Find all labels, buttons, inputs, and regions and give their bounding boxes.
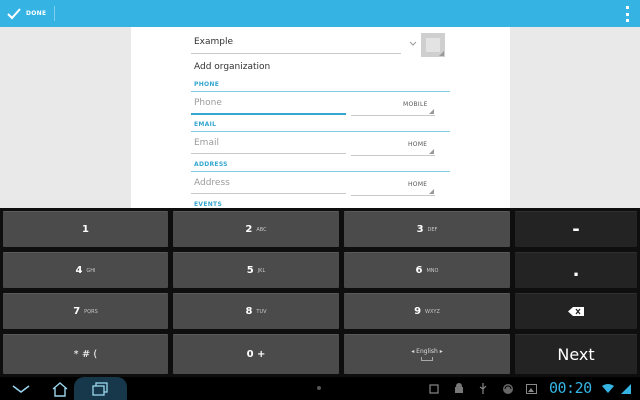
email-input[interactable]: Email (194, 138, 219, 148)
key-8[interactable]: 8 TUV (173, 293, 339, 329)
page-indicator (317, 386, 321, 390)
key-sublabel: GHI (86, 267, 96, 274)
address-input[interactable]: Address (194, 178, 230, 188)
key-symbols[interactable]: * # ( (3, 334, 168, 374)
battery-icon (619, 381, 633, 396)
check-icon (7, 7, 21, 19)
next-key[interactable]: Next (515, 334, 637, 374)
android-debug-icon[interactable] (451, 381, 467, 396)
key-sublabel: ABC (256, 226, 267, 233)
key-9[interactable]: 9 WXYZ (344, 293, 510, 329)
email-type-underline (351, 155, 435, 156)
key-sublabel: DEF (427, 226, 438, 233)
clock: 00:20 (549, 379, 592, 397)
key-label: Next (557, 345, 595, 364)
key-sublabel: MNO (426, 267, 439, 274)
key-label: 1 (82, 224, 89, 235)
key-label: * # ( (73, 349, 98, 360)
key-2[interactable]: 2 ABC (173, 211, 339, 247)
phone-input-underline (191, 113, 346, 115)
email-section-divider (191, 131, 450, 132)
backspace-icon (568, 307, 584, 316)
key-label: - (572, 219, 580, 240)
email-type-select[interactable]: HOME (408, 141, 427, 148)
key-label: 5 (246, 265, 254, 276)
image-icon[interactable] (523, 381, 539, 396)
name-underline (191, 53, 401, 54)
backspace-key[interactable] (515, 293, 637, 329)
language-label: English (416, 348, 438, 355)
key-label: 3 (416, 224, 424, 235)
key-period[interactable]: . (515, 252, 637, 288)
address-section-divider (191, 171, 450, 172)
phone-input[interactable]: Phone (194, 98, 222, 108)
contact-form: Example Add organization PHONE Phone MOB… (131, 27, 510, 208)
done-label: DONE (26, 10, 47, 17)
key-label: 7 (73, 306, 81, 317)
numeric-keyboard: 1 2 ABC 3 DEF - 4 GHI 5 JKL 6 MNO . 7 PQRS 8 TU… (0, 208, 640, 377)
email-section-header: EMAIL (194, 121, 217, 128)
key-label: 8 (245, 306, 253, 317)
key-label: 6 (415, 265, 423, 276)
phone-type-underline (351, 115, 435, 116)
wifi-icon (601, 381, 615, 396)
divider (54, 6, 55, 21)
address-type-select[interactable]: HOME (408, 181, 427, 188)
key-sublabel: WXYZ (425, 308, 440, 315)
contact-photo-icon[interactable] (421, 33, 445, 57)
key-label: 9 (414, 306, 422, 317)
key-sublabel: JKL (257, 267, 266, 274)
chevron-down-icon[interactable] (409, 41, 417, 47)
key-7[interactable]: 7 PQRS (3, 293, 168, 329)
back-icon[interactable] (8, 379, 34, 398)
recent-apps-icon[interactable] (86, 379, 114, 398)
key-label: 4 (75, 265, 83, 276)
name-field[interactable]: Example (194, 37, 233, 47)
phone-type-select[interactable]: MOBILE (403, 101, 428, 108)
action-bar: DONE (0, 0, 640, 27)
key-label: 0 + (246, 349, 266, 360)
space-bar-icon (420, 357, 433, 361)
sync-icon[interactable] (500, 381, 516, 396)
key-label: . (572, 260, 580, 281)
home-icon[interactable] (47, 379, 73, 398)
add-organization-link[interactable]: Add organization (194, 62, 270, 72)
phone-section-divider (191, 91, 450, 92)
notification-icon[interactable] (427, 381, 441, 396)
key-4[interactable]: 4 GHI (3, 252, 168, 288)
key-1[interactable]: 1 (3, 211, 168, 247)
navigation-bar: 00:20 (0, 377, 640, 400)
key-dash[interactable]: - (515, 211, 637, 247)
usb-icon[interactable] (476, 381, 490, 396)
address-type-underline (351, 195, 435, 196)
phone-section-header: PHONE (194, 81, 220, 88)
done-button[interactable]: DONE (6, 5, 46, 22)
key-label: 2 (245, 224, 253, 235)
events-section-header: EVENTS (194, 201, 223, 208)
email-input-underline (191, 153, 346, 154)
key-3[interactable]: 3 DEF (344, 211, 510, 247)
address-input-underline (191, 193, 346, 194)
key-5[interactable]: 5 JKL (173, 252, 339, 288)
address-section-header: ADDRESS (194, 161, 228, 168)
language-space-key[interactable]: ◂ English ▸ (344, 334, 510, 374)
key-sublabel: PQRS (84, 308, 98, 315)
key-sublabel: TUV (256, 308, 267, 315)
overflow-menu-icon[interactable] (624, 6, 630, 22)
key-6[interactable]: 6 MNO (344, 252, 510, 288)
key-0[interactable]: 0 + (173, 334, 339, 374)
